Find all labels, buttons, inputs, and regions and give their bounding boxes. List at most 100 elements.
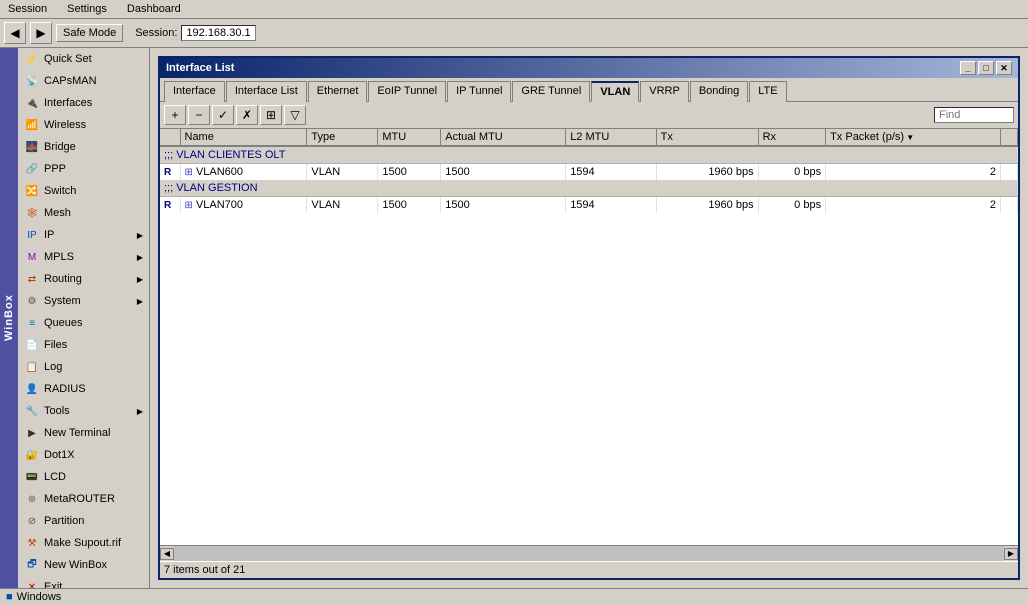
table-row[interactable]: R⊞ VLAN700VLAN1500150015941960 bps0 bps2 xyxy=(160,197,1018,214)
window-title: Interface List xyxy=(166,62,234,74)
sidebar-item-quick-set[interactable]: ⚡ Quick Set xyxy=(18,48,149,70)
sidebar-item-mpls[interactable]: MMPLS xyxy=(18,246,149,268)
tab-vlan[interactable]: VLAN xyxy=(591,81,639,102)
sidebar-item-lcd[interactable]: 📟LCD xyxy=(18,466,149,488)
sidebar-item-system[interactable]: ⚙System xyxy=(18,290,149,312)
table-row[interactable]: R⊞ VLAN600VLAN1500150015941960 bps0 bps2 xyxy=(160,164,1018,181)
copy-button[interactable]: ⊞ xyxy=(260,105,282,125)
scroll-right-button[interactable]: ▶ xyxy=(1004,548,1018,560)
add-button[interactable]: + xyxy=(164,105,186,125)
dot1x-icon: 🔐 xyxy=(24,447,40,463)
sidebar-item-log[interactable]: 📋Log xyxy=(18,356,149,378)
sidebar-label-tools: Tools xyxy=(44,405,70,417)
sidebar-label-metarouter: MetaROUTER xyxy=(44,493,115,505)
sidebar-item-capsman[interactable]: 📡 CAPsMAN xyxy=(18,70,149,92)
terminal-icon: ▶ xyxy=(24,425,40,441)
group-row-group-clientes: ;;; VLAN CLIENTES OLT xyxy=(160,146,1018,164)
table-container[interactable]: NameTypeMTUActual MTUL2 MTUTxRxTx Packet… xyxy=(160,129,1018,545)
sidebar-item-dot1x[interactable]: 🔐Dot1X xyxy=(18,444,149,466)
sidebar-label-new-winbox: New WinBox xyxy=(44,559,107,571)
col-header-4: Actual MTU xyxy=(441,129,566,146)
row-name: ⊞ VLAN700 xyxy=(180,197,307,214)
windows-label: Windows xyxy=(17,591,62,603)
sidebar-label-bridge: Bridge xyxy=(44,141,76,153)
sidebar-label-routing: Routing xyxy=(44,273,82,285)
sidebar-item-wireless[interactable]: 📶Wireless xyxy=(18,114,149,136)
restore-button[interactable]: □ xyxy=(978,61,994,75)
menu-session[interactable]: Session xyxy=(4,2,51,16)
menu-settings[interactable]: Settings xyxy=(63,2,111,16)
col-header-0 xyxy=(160,129,180,146)
filter-button[interactable]: ▽ xyxy=(284,105,306,125)
tab-interface[interactable]: Interface xyxy=(164,81,225,102)
lcd-icon: 📟 xyxy=(24,469,40,485)
sidebar-label-log: Log xyxy=(44,361,62,373)
sidebar-item-new-terminal[interactable]: ▶New Terminal xyxy=(18,422,149,444)
row-flag: R xyxy=(160,197,180,214)
meta-icon: ⊕ xyxy=(24,491,40,507)
col-header-1: Name xyxy=(180,129,307,146)
minimize-button[interactable]: _ xyxy=(960,61,976,75)
sidebar-item-interfaces[interactable]: 🔌Interfaces xyxy=(18,92,149,114)
sidebar-label-exit: Exit xyxy=(44,581,62,588)
col-header-2: Type xyxy=(307,129,378,146)
sidebar-label-quick-set: Quick Set xyxy=(44,53,92,65)
system-icon: ⚙ xyxy=(24,293,40,309)
sidebar-item-files[interactable]: 📄Files xyxy=(18,334,149,356)
sidebar-label-ip: IP xyxy=(44,229,54,241)
row-name: ⊞ VLAN600 xyxy=(180,164,307,181)
sidebar: ⚡ Quick Set 📡 CAPsMAN 🔌Interfaces📶Wireless🌉B… xyxy=(18,48,150,588)
menu-dashboard[interactable]: Dashboard xyxy=(123,2,185,16)
sidebar-item-make-supout[interactable]: ⚒Make Supout.rif xyxy=(18,532,149,554)
tab-eoip-tunnel[interactable]: EoIP Tunnel xyxy=(368,81,446,102)
sidebar-item-ip[interactable]: IP IP xyxy=(18,224,149,246)
tab-gre-tunnel[interactable]: GRE Tunnel xyxy=(512,81,590,102)
sidebar-item-new-winbox[interactable]: 🗗New WinBox xyxy=(18,554,149,576)
remove-button[interactable]: − xyxy=(188,105,210,125)
sidebar-item-bridge[interactable]: 🌉Bridge xyxy=(18,136,149,158)
sidebar-item-partition[interactable]: ⊘Partition xyxy=(18,510,149,532)
quick-icon: ⚡ xyxy=(24,51,40,67)
sidebar-item-metarouter[interactable]: ⊕ MetaROUTER xyxy=(18,488,149,510)
sidebar-item-routing[interactable]: ⇄Routing xyxy=(18,268,149,290)
toolbar: ◀ ▶ Safe Mode Session: 192.168.30.1 xyxy=(0,19,1028,48)
tools-icon: 🔧 xyxy=(24,403,40,419)
sidebar-item-radius[interactable]: 👤RADIUS xyxy=(18,378,149,400)
tab-vrrp[interactable]: VRRP xyxy=(640,81,689,102)
forward-button[interactable]: ▶ xyxy=(30,22,52,44)
scroll-track[interactable] xyxy=(174,546,1004,561)
sidebar-item-tools[interactable]: 🔧 Tools xyxy=(18,400,149,422)
back-button[interactable]: ◀ xyxy=(4,22,26,44)
tab-ethernet[interactable]: Ethernet xyxy=(308,81,368,102)
tab-lte[interactable]: LTE xyxy=(749,81,786,102)
radius-icon: 👤 xyxy=(24,381,40,397)
row-flag: R xyxy=(160,164,180,181)
window-controls: _ □ ✕ xyxy=(960,61,1012,75)
sidebar-item-switch[interactable]: 🔀Switch xyxy=(18,180,149,202)
sidebar-item-ppp[interactable]: 🔗PPP xyxy=(18,158,149,180)
disable-button[interactable]: ✗ xyxy=(236,105,258,125)
sidebar-label-queues: Queues xyxy=(44,317,83,329)
col-header-8: Tx Packet (p/s) ▼ xyxy=(826,129,1001,146)
sidebar-label-capsman: CAPsMAN xyxy=(44,75,97,87)
safe-mode-button[interactable]: Safe Mode xyxy=(56,24,123,42)
sidebar-label-ppp: PPP xyxy=(44,163,66,175)
close-button[interactable]: ✕ xyxy=(996,61,1012,75)
sidebar-label-wireless: Wireless xyxy=(44,119,86,131)
sidebar-label-files: Files xyxy=(44,339,67,351)
scroll-left-button[interactable]: ◀ xyxy=(160,548,174,560)
sidebar-item-exit[interactable]: ✕Exit xyxy=(18,576,149,588)
table-toolbar: + − ✓ ✗ ⊞ ▽ xyxy=(160,102,1018,129)
queues-icon: ≡ xyxy=(24,315,40,331)
capsman-icon: 📡 xyxy=(24,73,40,89)
sidebar-label-mesh: Mesh xyxy=(44,207,71,219)
find-input[interactable] xyxy=(934,107,1014,123)
tab-interface-list[interactable]: Interface List xyxy=(226,81,307,102)
enable-button[interactable]: ✓ xyxy=(212,105,234,125)
tab-ip-tunnel[interactable]: IP Tunnel xyxy=(447,81,511,102)
tab-bonding[interactable]: Bonding xyxy=(690,81,748,102)
sidebar-item-mesh[interactable]: 🕸Mesh xyxy=(18,202,149,224)
sidebar-item-queues[interactable]: ≡ Queues xyxy=(18,312,149,334)
mpls-icon: M xyxy=(24,249,40,265)
ip-icon: IP xyxy=(24,227,40,243)
